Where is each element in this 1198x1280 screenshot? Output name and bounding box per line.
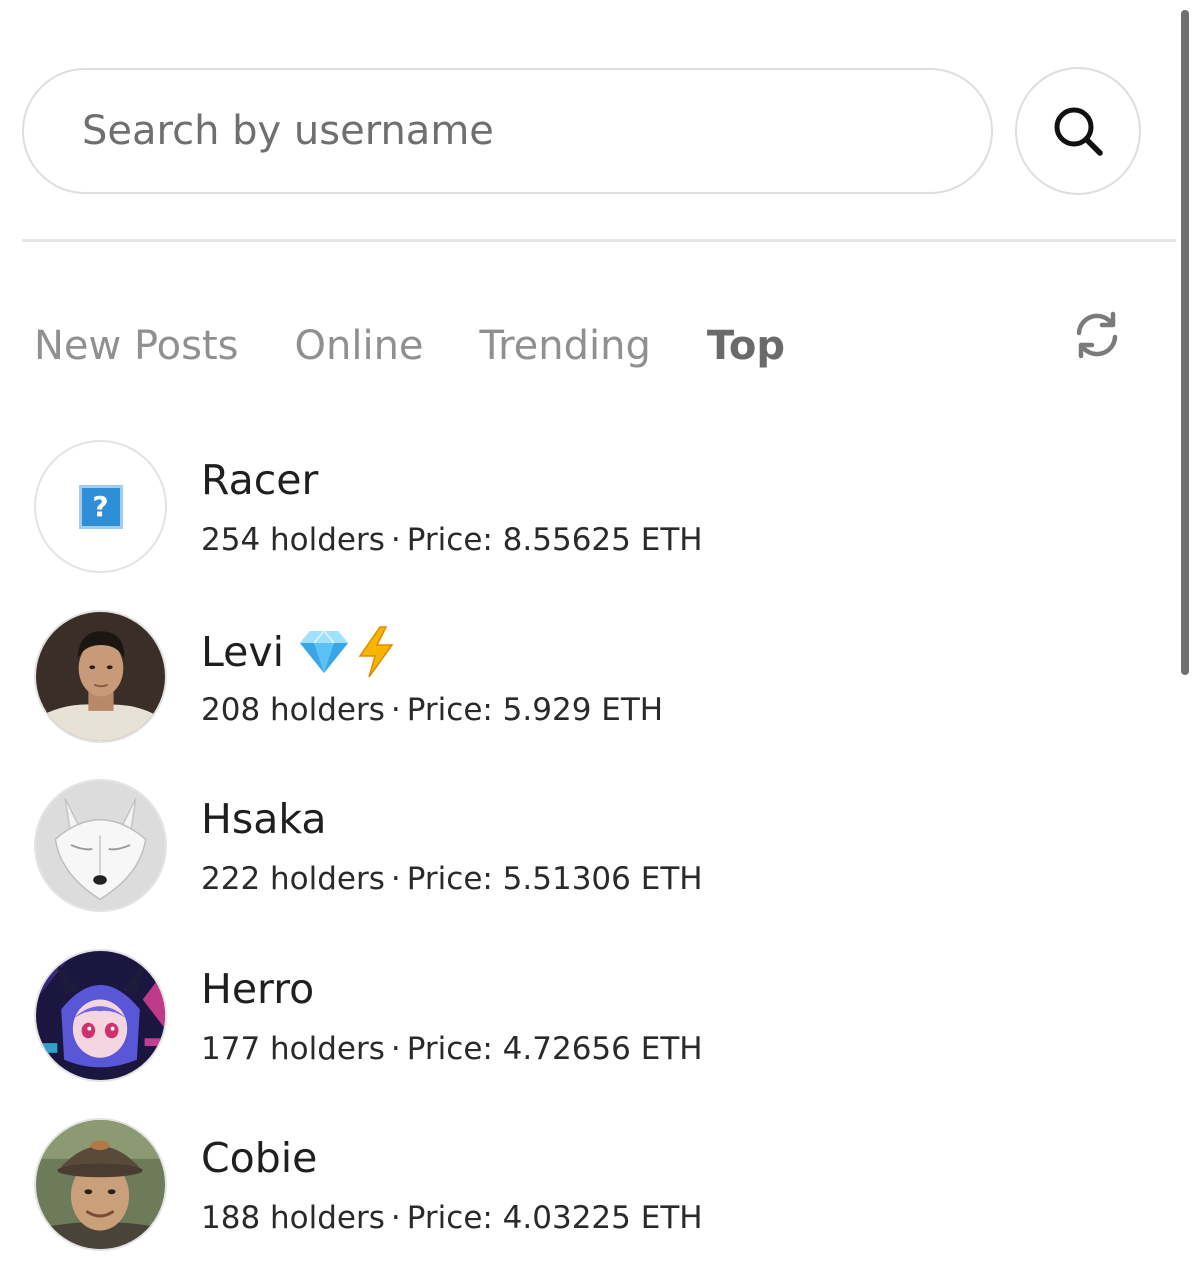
avatar xyxy=(34,609,167,743)
list-item[interactable]: Cobie 188 holders · Price: 4.03225 ETH xyxy=(34,1116,1154,1280)
list-item[interactable]: ? Racer 254 holders · Price: 8.55625 ETH xyxy=(34,438,1154,608)
avatar xyxy=(34,779,167,912)
profile-photo xyxy=(36,611,165,741)
avatar xyxy=(34,948,167,1082)
username: Cobie xyxy=(201,1134,318,1182)
anime-character-image xyxy=(36,950,165,1080)
avatar: ? xyxy=(34,440,167,573)
user-stats: 254 holders · Price: 8.55625 ETH xyxy=(201,522,703,558)
search-field[interactable] xyxy=(22,68,993,194)
white-wolf-image xyxy=(36,781,165,910)
header-divider xyxy=(22,239,1176,242)
user-stats: 222 holders · Price: 5.51306 ETH xyxy=(201,861,703,897)
lightning-icon xyxy=(358,625,394,677)
list-item[interactable]: Levi 208 holders · Price: 5.929 ETH xyxy=(34,608,1154,778)
gem-icon xyxy=(300,629,349,673)
tab-new-posts[interactable]: New Posts xyxy=(34,323,239,369)
placeholder-question-icon: ? xyxy=(78,484,123,529)
list-item[interactable]: Hsaka 222 holders · Price: 5.51306 ETH xyxy=(34,777,1154,947)
username: Herro xyxy=(201,964,315,1013)
tab-trending[interactable]: Trending xyxy=(480,323,651,369)
username: Hsaka xyxy=(201,795,327,843)
scrollbar[interactable] xyxy=(1181,10,1189,675)
refresh-button[interactable] xyxy=(1070,308,1124,362)
tab-online[interactable]: Online xyxy=(295,323,424,369)
list-item[interactable]: Herro 177 holders · Price: 4.72656 ETH xyxy=(34,947,1154,1117)
username: Racer xyxy=(201,456,319,504)
refresh-icon xyxy=(1076,311,1118,359)
user-stats: 208 holders · Price: 5.929 ETH xyxy=(201,691,664,728)
search-input[interactable] xyxy=(82,100,942,162)
user-stats: 177 holders · Price: 4.72656 ETH xyxy=(201,1030,703,1067)
user-stats: 188 holders · Price: 4.03225 ETH xyxy=(201,1200,703,1236)
search-icon xyxy=(1054,107,1103,156)
username: Levi xyxy=(201,625,396,678)
profile-photo xyxy=(36,1120,165,1249)
feed-tabs: New Posts Online Trending Top xyxy=(34,318,785,374)
tab-top[interactable]: Top xyxy=(707,323,785,369)
search-button[interactable] xyxy=(1015,67,1141,195)
avatar xyxy=(34,1118,167,1251)
user-list: ? Racer 254 holders · Price: 8.55625 ETH L… xyxy=(34,438,1154,1280)
